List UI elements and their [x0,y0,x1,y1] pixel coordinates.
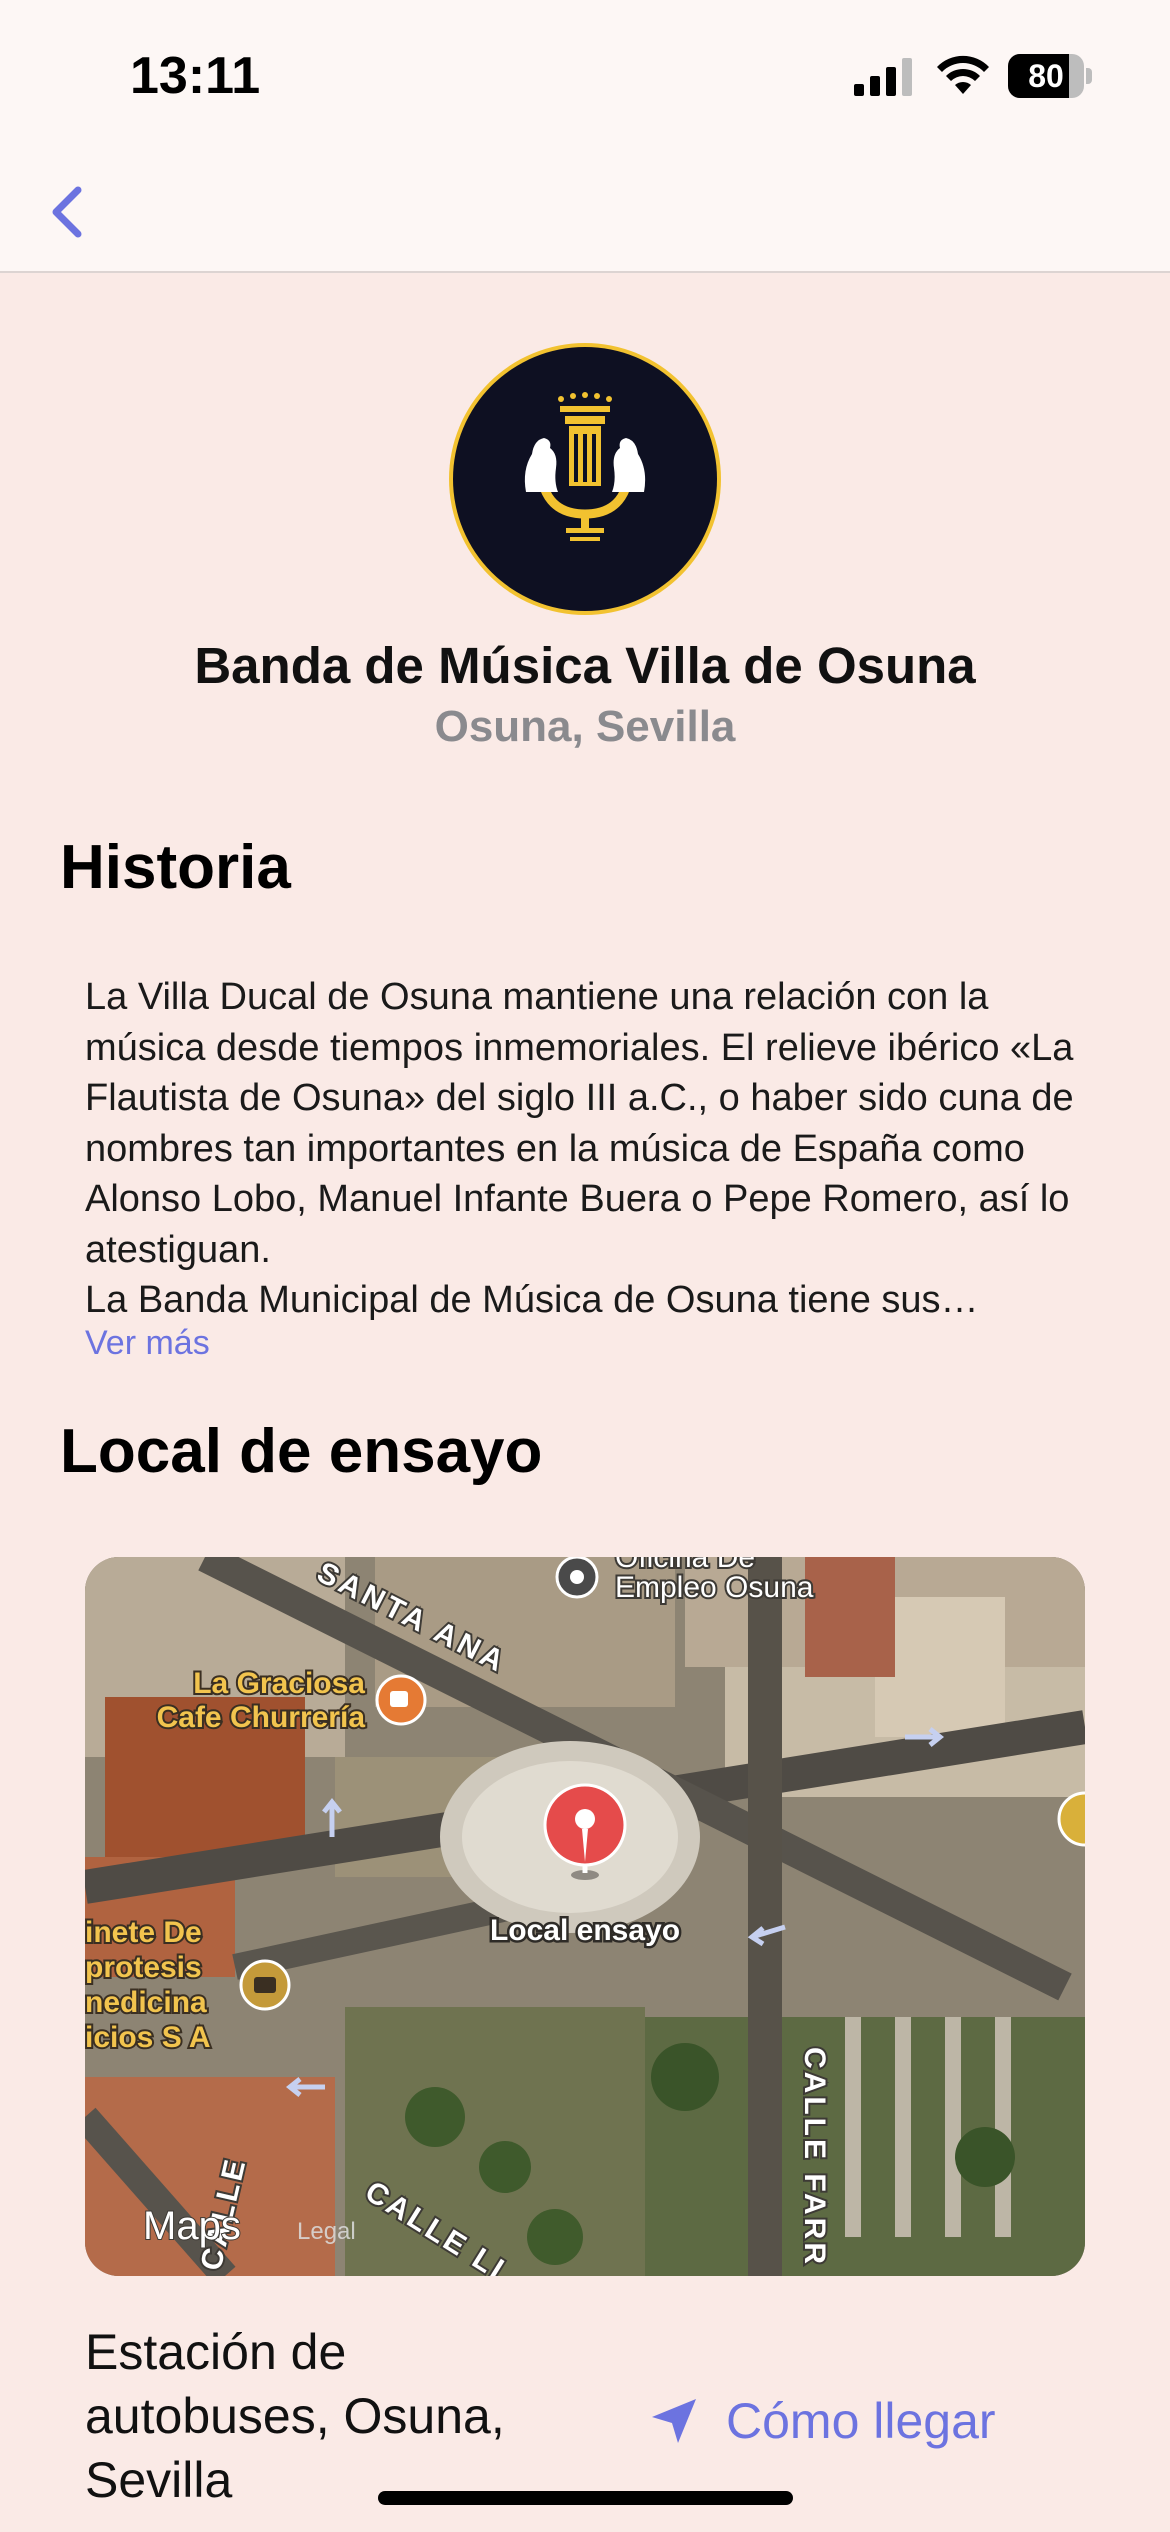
history-heading: Historia [60,833,291,902]
band-logo [449,343,721,615]
chevron-left-icon [52,186,82,238]
battery-icon: 80 [1008,54,1092,98]
map-label-cafe-1: La Graciosa [193,1667,365,1700]
rehearsal-address: Estación de autobuses, Osuna, Sevilla [85,2324,505,2508]
rehearsal-map[interactable]: Oficina De Empleo Osuna SANTA ANA La Gra… [85,1557,1085,2276]
band-name: Banda de Música Villa de Osuna [194,637,976,694]
see-more-link[interactable]: Ver más [85,1324,210,1363]
battery-level: 80 [1028,58,1064,94]
map-label-gab-4: icios S A [85,2021,211,2054]
navigation-bar [0,150,1170,273]
map-label-calle-farr: CALLE FARR [798,2047,831,2267]
status-time: 13:11 [130,47,261,105]
map-label-cafe-2: Cafe Churrería [157,1701,366,1734]
map-label-oficina-2: Empleo Osuna [615,1571,814,1604]
home-indicator [378,2491,793,2505]
status-bar: 13:11 80 [0,0,1170,150]
band-location: Osuna, Sevilla [434,702,736,751]
cellular-signal-icon [854,58,912,96]
history-text: La Villa Ducal de Osuna mantiene una rel… [85,976,1074,1321]
map-label-gab-3: nedicina [85,1986,207,2019]
map-brand: Maps [143,2204,241,2248]
rehearsal-heading: Local de ensayo [60,1417,543,1486]
location-arrow-icon [652,2399,696,2443]
directions-label: Cómo llegar [726,2393,996,2449]
directions-button[interactable]: Cómo llegar [648,2386,996,2456]
map-legal-link: Legal [297,2218,356,2245]
wifi-icon [937,55,989,94]
map-label-gab-2: protesis [85,1951,202,1984]
back-button[interactable] [40,170,100,250]
map-pin-label: Local ensayo [490,1914,680,1947]
map-label-gab-1: inete De [85,1916,202,1949]
